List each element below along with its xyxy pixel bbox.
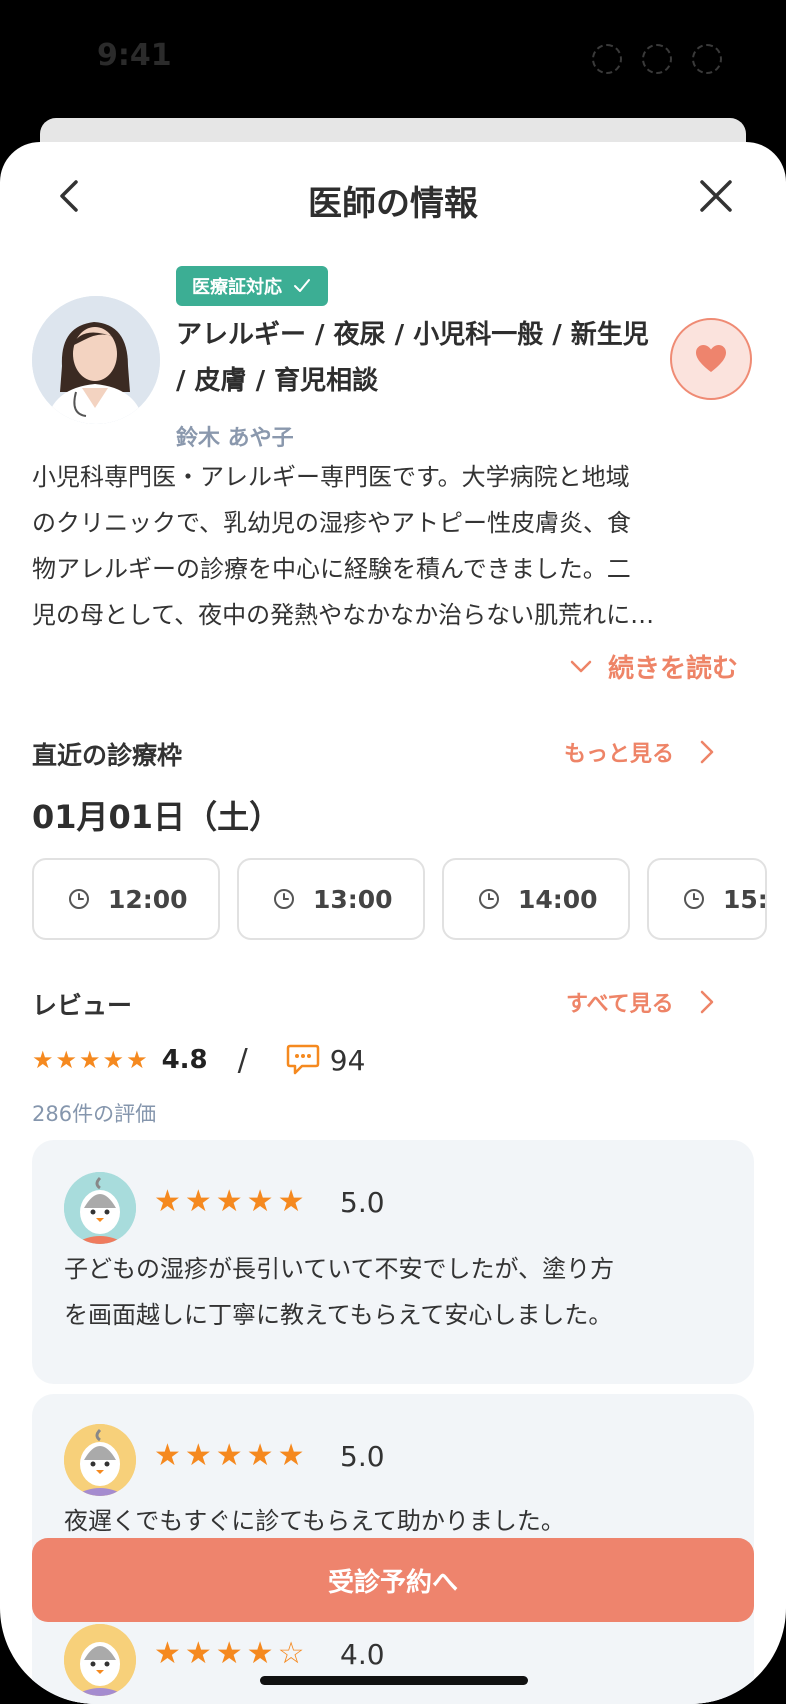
clock-icon <box>684 889 704 909</box>
badge-label: 医療証対応 <box>192 277 282 298</box>
time-slot[interactable]: 13:00 <box>237 858 425 940</box>
schedule-date: 01月01日（土） <box>32 798 282 836</box>
phone-frame: 9:41 医師の情報 医療証対応 アレルギー / 夜尿 / 小児科一般 / 新生… <box>0 0 786 1704</box>
rating-count: 286件の評価 <box>32 1102 157 1126</box>
chevron-down-icon <box>570 660 592 672</box>
status-icons <box>592 44 722 74</box>
time-slot-label: 15:00 <box>723 884 767 914</box>
status-placeholder-icon <box>592 44 622 74</box>
nav-bar: 医師の情報 <box>0 142 786 242</box>
doctor-specialties: アレルギー / 夜尿 / 小児科一般 / 新生児 / 皮膚 / 育児相談 <box>176 312 670 404</box>
review-score: 4.0 <box>340 1638 385 1671</box>
specialties-line: / 皮膚 / 育児相談 <box>176 366 379 396</box>
reviewer-avatar <box>64 1172 136 1244</box>
favorite-button[interactable] <box>670 318 752 400</box>
review-score: 5.0 <box>340 1440 385 1473</box>
comment-icon <box>286 1044 319 1075</box>
time-slot[interactable]: 12:00 <box>32 858 220 940</box>
doctor-avatar <box>32 296 160 424</box>
review-score: 5.0 <box>340 1186 385 1219</box>
rating-summary: ★★★★★ 4.8 / 94 <box>32 1040 365 1080</box>
schedule-more-link[interactable]: もっと見る <box>564 736 714 768</box>
time-slot[interactable]: 14:00 <box>442 858 630 940</box>
review-stars: ★★★★★ <box>154 1184 309 1219</box>
schedule-more-label: もっと見る <box>564 742 675 767</box>
rating-divider: / <box>237 1042 248 1078</box>
bio-line: 児の母として、夜中の発熱やなかなか治らない肌荒れに… <box>32 601 655 629</box>
review-stars: ★★★★★ <box>154 1438 309 1473</box>
doctor-info-sheet: 医師の情報 医療証対応 アレルギー / 夜尿 / 小児科一般 / 新生児 / 皮… <box>0 142 786 1704</box>
time-slot[interactable]: 15:00 <box>647 858 767 940</box>
comment-count: 94 <box>329 1043 366 1077</box>
clock-icon <box>274 889 294 909</box>
review-card: ★★★★★ 5.0 子どもの湿疹が長引いていて不安でしたが、塗り方 を画面越しに… <box>32 1140 754 1384</box>
rating-stars: ★★★★★ <box>32 1046 150 1074</box>
clock-icon <box>69 889 89 909</box>
read-more-label: 続きを読む <box>608 654 739 684</box>
book-appointment-button[interactable]: 受診予約へ <box>32 1538 754 1622</box>
heart-icon <box>696 345 726 372</box>
rating-value: 4.8 <box>161 1045 208 1075</box>
specialties-line: アレルギー / 夜尿 / 小児科一般 / 新生児 <box>176 320 649 350</box>
review-text: 子どもの湿疹が長引いていて不安でしたが、塗り方 を画面越しに丁寧に教えてもらえて… <box>64 1246 724 1338</box>
reviewer-avatar <box>64 1624 136 1696</box>
chevron-right-icon <box>700 740 714 764</box>
bio-line: のクリニックで、乳幼児の湿疹やアトピー性皮膚炎、食 <box>32 509 632 537</box>
schedule-title: 直近の診療枠 <box>32 741 183 770</box>
chevron-right-icon <box>700 990 713 1014</box>
bio-line: 物アレルギーの診療を中心に経験を積んできました。二 <box>32 555 631 583</box>
close-button[interactable] <box>696 176 736 216</box>
review-card: ★★★★☆ 4.0 <box>32 1620 754 1704</box>
time-slot-label: 14:00 <box>518 884 598 914</box>
bio-line: 小児科専門医・アレルギー専門医です。大学病院と地域 <box>32 463 630 491</box>
home-indicator[interactable] <box>260 1676 528 1685</box>
review-text-line: 子どもの湿疹が長引いていて不安でしたが、塗り方 <box>64 1255 615 1283</box>
page-title: 医師の情報 <box>308 184 478 224</box>
check-icon <box>294 279 310 292</box>
reviews-title: レビュー <box>32 991 133 1020</box>
status-time: 9:41 <box>97 38 172 73</box>
status-placeholder-icon <box>642 44 672 74</box>
reviews-all-link[interactable]: すべて見る <box>566 986 714 1018</box>
read-more-button[interactable]: 続きを読む <box>570 648 738 685</box>
reviews-all-label: すべて見る <box>566 992 674 1017</box>
review-stars: ★★★★☆ <box>154 1636 309 1671</box>
review-text-line: を画面越しに丁寧に教えてもらえて安心しました。 <box>64 1301 613 1329</box>
close-icon <box>700 180 732 212</box>
status-placeholder-icon <box>692 44 722 74</box>
doctor-name: 鈴木 あや子 <box>176 426 294 451</box>
status-bar: 9:41 <box>0 0 786 120</box>
cta-label: 受診予約へ <box>327 1567 458 1598</box>
time-slot-label: 13:00 <box>313 884 393 914</box>
clock-icon <box>479 889 499 909</box>
doctor-bio: 小児科専門医・アレルギー専門医です。大学病院と地域 のクリニックで、乳幼児の湿疹… <box>32 454 754 638</box>
time-slot-list: 12:00 13:00 14:00 15:00 <box>32 858 767 940</box>
reviewer-avatar <box>64 1424 136 1496</box>
insurance-badge: 医療証対応 <box>176 266 328 306</box>
time-slot-label: 12:00 <box>108 884 188 914</box>
